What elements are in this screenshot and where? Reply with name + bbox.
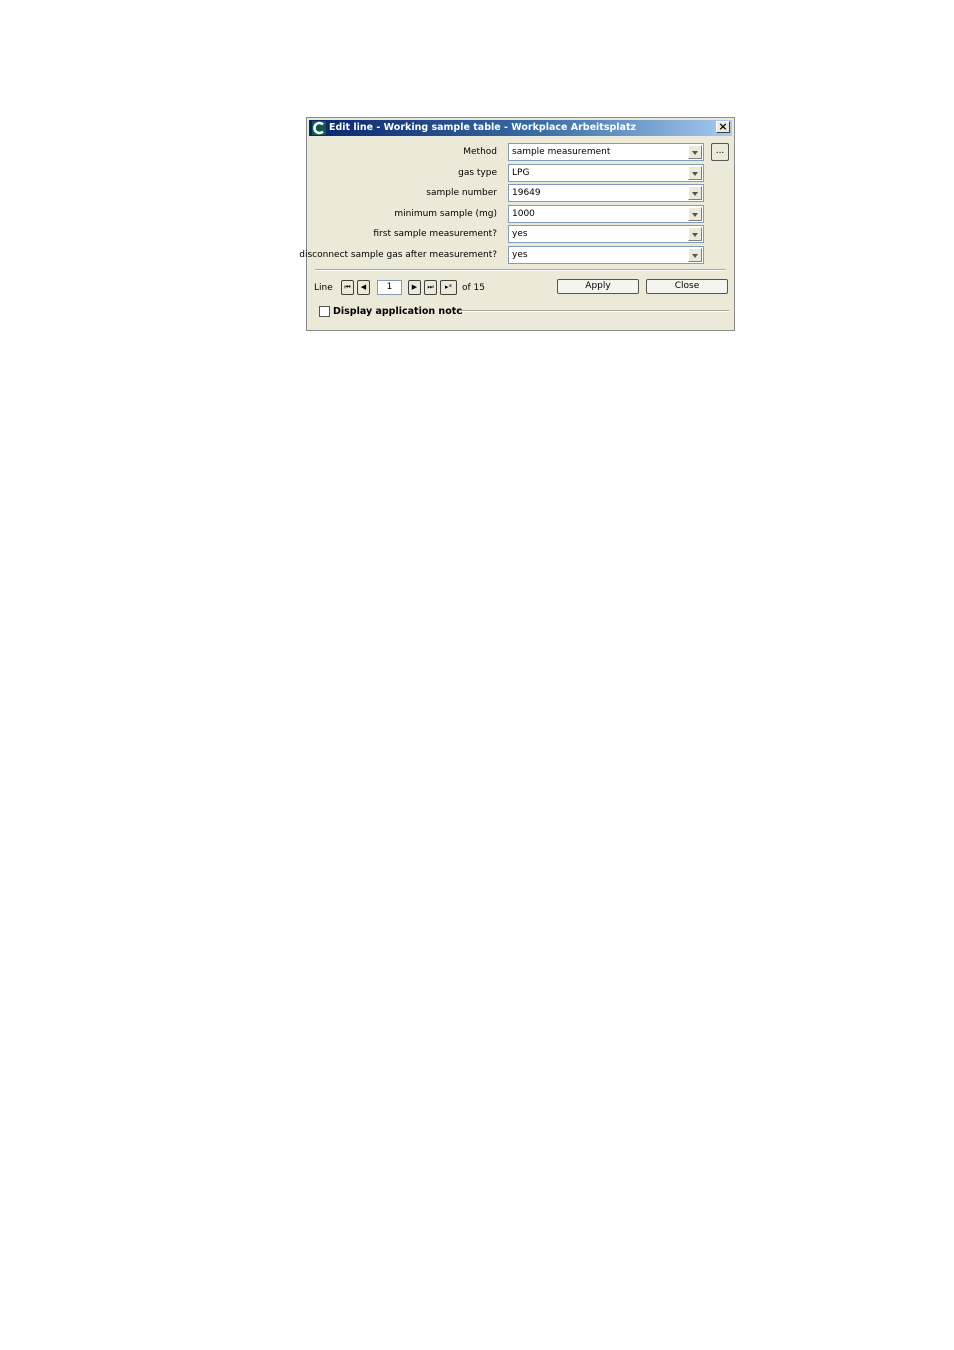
last-line-button[interactable]: ⏭ — [424, 280, 437, 295]
new-record-icon: ▸* — [444, 283, 452, 291]
method-browse-button[interactable]: ... — [711, 143, 729, 161]
previous-line-button[interactable]: ◀ — [357, 280, 370, 295]
disconnect-gas-value: yes — [512, 250, 528, 260]
arrow-right-icon: ▶ — [411, 283, 418, 291]
field-row-first-sample: first sample measurement? yes — [307, 225, 734, 245]
disconnect-gas-label: disconnect sample gas after measurement? — [299, 250, 497, 260]
method-value: sample measurement — [512, 147, 611, 157]
chevron-down-icon[interactable] — [688, 145, 702, 159]
line-label: Line — [314, 283, 333, 293]
chevron-down-icon[interactable] — [688, 186, 702, 200]
field-row-method: Method sample measurement — [307, 143, 734, 163]
sample-number-label: sample number — [426, 188, 497, 198]
method-label: Method — [463, 147, 497, 157]
close-button[interactable]: Close — [646, 279, 728, 294]
group-divider — [459, 310, 729, 312]
minimum-sample-select[interactable]: 1000 — [508, 205, 704, 223]
edit-line-dialog: Edit line - Working sample table - Workp… — [299, 117, 735, 331]
next-line-button[interactable]: ▶ — [408, 280, 421, 295]
title-bar[interactable]: Edit line - Working sample table - Workp… — [309, 120, 732, 136]
gas-type-select[interactable]: LPG — [508, 164, 704, 182]
new-line-button[interactable]: ▸* — [440, 280, 457, 295]
line-number-input[interactable]: 1 — [377, 280, 402, 295]
first-line-button[interactable]: ⏮ — [341, 280, 354, 295]
field-row-sample-number: sample number 19649 — [307, 184, 734, 204]
first-sample-value: yes — [512, 229, 528, 239]
skip-last-icon: ⏭ — [427, 283, 434, 291]
divider — [315, 269, 726, 271]
chevron-down-icon[interactable] — [688, 166, 702, 180]
close-window-icon[interactable]: × — [716, 121, 730, 133]
gas-type-value: LPG — [512, 168, 530, 178]
minimum-sample-value: 1000 — [512, 209, 535, 219]
disconnect-gas-select[interactable]: yes — [508, 246, 704, 264]
field-row-disconnect-gas: disconnect sample gas after measurement?… — [299, 246, 734, 266]
sample-number-value: 19649 — [512, 188, 541, 198]
apply-button[interactable]: Apply — [557, 279, 639, 294]
application-note-checkbox[interactable] — [319, 306, 330, 317]
minimum-sample-label: minimum sample (mg) — [394, 209, 497, 219]
chevron-down-icon[interactable] — [688, 248, 702, 262]
window-title: Edit line - Working sample table - Workp… — [329, 122, 637, 133]
line-count: of 15 — [462, 283, 485, 293]
chevron-down-icon[interactable] — [688, 207, 702, 221]
first-sample-select[interactable]: yes — [508, 225, 704, 243]
sample-number-select[interactable]: 19649 — [508, 184, 704, 202]
skip-first-icon: ⏮ — [344, 283, 351, 291]
first-sample-label: first sample measurement? — [373, 229, 497, 239]
field-row-gas-type: gas type LPG — [307, 164, 734, 184]
app-logo-icon — [312, 121, 326, 135]
application-note-label: Display application note — [333, 306, 463, 317]
arrow-left-icon: ◀ — [360, 283, 367, 291]
method-select[interactable]: sample measurement — [508, 143, 704, 161]
field-row-minimum-sample: minimum sample (mg) 1000 — [307, 205, 734, 225]
gas-type-label: gas type — [458, 168, 497, 178]
chevron-down-icon[interactable] — [688, 227, 702, 241]
